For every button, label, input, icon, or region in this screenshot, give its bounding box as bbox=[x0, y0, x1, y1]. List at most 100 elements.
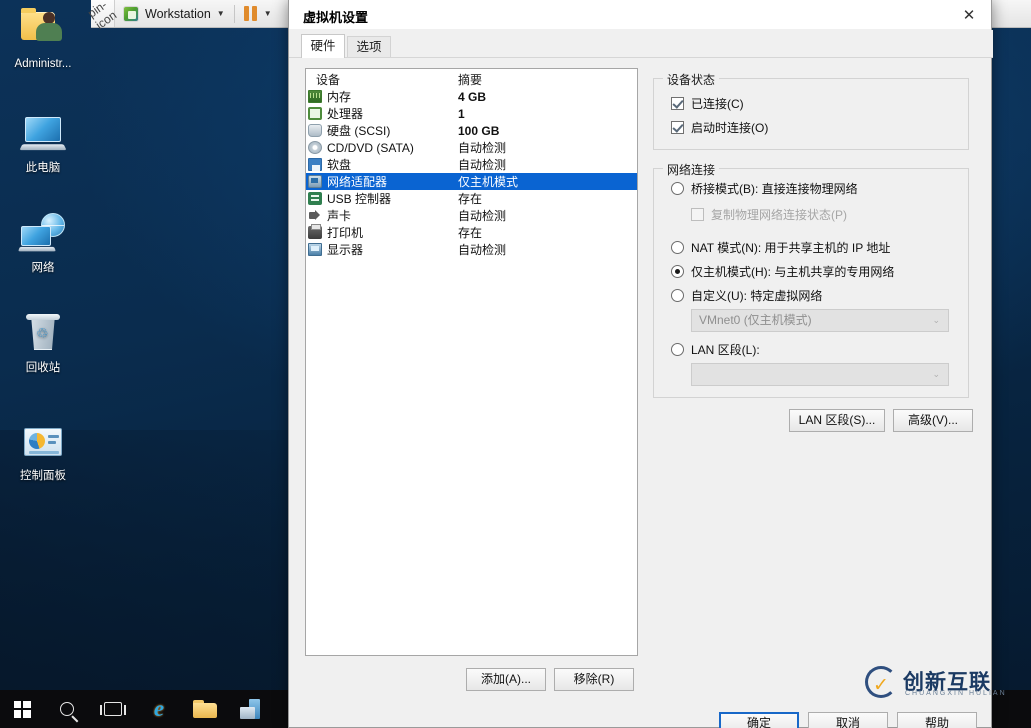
recycle-bin-icon: ♲ bbox=[19, 312, 67, 358]
ok-button[interactable]: 确定 bbox=[719, 712, 799, 728]
server-icon bbox=[240, 699, 262, 719]
desktop-icon-user-folder[interactable]: Administr... bbox=[0, 8, 86, 71]
radio-lan-segment-row[interactable]: LAN 区段(L): bbox=[671, 341, 760, 358]
folder-icon bbox=[193, 700, 217, 718]
table-row[interactable]: 声卡 自动检测 bbox=[306, 207, 637, 224]
device-name: 软盘 bbox=[327, 158, 352, 172]
help-button[interactable]: 帮助 bbox=[897, 712, 977, 728]
file-explorer-button[interactable] bbox=[182, 690, 228, 728]
windows-logo-icon bbox=[13, 700, 31, 718]
network-connection-caption: 网络连接 bbox=[663, 161, 720, 178]
connect-at-poweron-checkbox-row[interactable]: 启动时连接(O) bbox=[671, 119, 768, 136]
pin-icon: pin-icon bbox=[85, 0, 120, 32]
device-summary: 100 GB bbox=[458, 123, 500, 138]
table-row[interactable]: 打印机 存在 bbox=[306, 224, 637, 241]
remove-device-button[interactable]: 移除(R) bbox=[554, 668, 634, 691]
table-row[interactable]: 显示器 自动检测 bbox=[306, 241, 637, 258]
chevron-down-icon: ⌄ bbox=[932, 369, 940, 379]
hostonly-label: 仅主机模式(H): 与主机共享的专用网络 bbox=[691, 265, 895, 279]
tab-underline bbox=[289, 57, 993, 58]
this-pc-icon bbox=[19, 112, 67, 158]
pin-button[interactable]: pin-icon bbox=[85, 0, 119, 32]
connect-at-poweron-label: 启动时连接(O) bbox=[691, 121, 769, 135]
replicate-physical-row: 复制物理网络连接状态(P) bbox=[691, 206, 847, 223]
table-row[interactable]: CD/DVD (SATA) 自动检测 bbox=[306, 139, 637, 156]
connected-checkbox-row[interactable]: 已连接(C) bbox=[671, 95, 744, 112]
desktop-icon-this-pc[interactable]: 此电脑 bbox=[0, 112, 86, 175]
nat-radio[interactable] bbox=[671, 241, 684, 254]
desktop-icon-network[interactable]: 网络 bbox=[0, 212, 86, 275]
radio-custom-row[interactable]: 自定义(U): 特定虚拟网络 bbox=[671, 287, 822, 304]
chevron-down-icon-2[interactable]: ▼ bbox=[264, 9, 272, 18]
device-summary: 存在 bbox=[458, 192, 483, 206]
device-name: CD/DVD (SATA) bbox=[327, 140, 414, 155]
user-folder-icon bbox=[19, 8, 67, 54]
radio-hostonly-row[interactable]: 仅主机模式(H): 与主机共享的专用网络 bbox=[671, 263, 894, 280]
lan-segment-label: LAN 区段(L): bbox=[691, 343, 760, 357]
tab-hardware[interactable]: 硬件 bbox=[301, 34, 345, 58]
chevron-down-icon[interactable]: ▼ bbox=[217, 9, 225, 18]
desktop-icon-label: 网络 bbox=[31, 262, 55, 274]
desktop-icon-recycle-bin[interactable]: ♲ 回收站 bbox=[0, 312, 86, 375]
device-name: USB 控制器 bbox=[327, 192, 392, 206]
start-button[interactable] bbox=[0, 690, 44, 728]
desktop-icon-label: 回收站 bbox=[25, 362, 61, 374]
usb-icon bbox=[308, 192, 322, 205]
device-list-header: 设备 摘要 bbox=[306, 69, 637, 88]
custom-network-dropdown[interactable]: VMnet0 (仅主机模式) ⌄ bbox=[691, 309, 949, 332]
column-header-device: 设备 bbox=[316, 73, 341, 87]
desktop-icon-label: 控制面板 bbox=[20, 470, 66, 482]
table-row[interactable]: USB 控制器 存在 bbox=[306, 190, 637, 207]
radio-nat-row[interactable]: NAT 模式(N): 用于共享主机的 IP 地址 bbox=[671, 239, 890, 256]
connect-at-poweron-checkbox[interactable] bbox=[671, 121, 684, 134]
internet-explorer-button[interactable]: e bbox=[136, 690, 182, 728]
device-list[interactable]: 设备 摘要 内存 4 GB 处理器 1 硬盘 (SCSI) 100 GB CD/… bbox=[305, 68, 638, 656]
lan-segment-dropdown[interactable]: ⌄ bbox=[691, 363, 949, 386]
replicate-physical-checkbox bbox=[691, 208, 704, 221]
desktop-icon-label: Administr... bbox=[14, 58, 72, 70]
custom-network-value: VMnet0 (仅主机模式) bbox=[699, 313, 812, 327]
device-status-caption: 设备状态 bbox=[663, 71, 720, 88]
server-manager-button[interactable] bbox=[228, 690, 274, 728]
custom-radio[interactable] bbox=[671, 289, 684, 302]
table-row[interactable]: 处理器 1 bbox=[306, 105, 637, 122]
table-row[interactable]: 内存 4 GB bbox=[306, 88, 637, 105]
search-icon bbox=[60, 702, 74, 716]
connected-checkbox[interactable] bbox=[671, 97, 684, 110]
printer-icon bbox=[308, 224, 322, 239]
table-row[interactable]: 软盘 自动检测 bbox=[306, 156, 637, 173]
display-icon bbox=[308, 243, 322, 256]
sound-icon bbox=[308, 209, 322, 222]
advanced-button[interactable]: 高级(V)... bbox=[893, 409, 973, 432]
harddisk-icon bbox=[308, 124, 322, 137]
device-summary: 仅主机模式 bbox=[458, 175, 519, 189]
bridged-label: 桥接模式(B): 直接连接物理网络 bbox=[691, 182, 858, 196]
device-name: 内存 bbox=[327, 90, 352, 104]
device-summary: 存在 bbox=[458, 226, 483, 240]
bridged-radio[interactable] bbox=[671, 182, 684, 195]
pause-icon[interactable] bbox=[243, 6, 257, 21]
cancel-button[interactable]: 取消 bbox=[808, 712, 888, 728]
nat-label: NAT 模式(N): 用于共享主机的 IP 地址 bbox=[691, 241, 891, 255]
radio-bridged-row[interactable]: 桥接模式(B): 直接连接物理网络 bbox=[671, 180, 858, 197]
hostonly-radio[interactable] bbox=[671, 265, 684, 278]
vmware-menu-label[interactable]: Workstation bbox=[145, 7, 211, 21]
connected-label: 已连接(C) bbox=[691, 97, 744, 111]
close-icon[interactable]: ✕ bbox=[947, 0, 991, 29]
table-row-selected[interactable]: 网络适配器 仅主机模式 bbox=[306, 173, 637, 190]
add-device-button[interactable]: 添加(A)... bbox=[466, 668, 546, 691]
tab-bar: 硬件 选项 bbox=[289, 30, 993, 58]
lan-segments-button[interactable]: LAN 区段(S)... bbox=[789, 409, 885, 432]
toolbar-separator bbox=[233, 4, 235, 23]
device-name: 硬盘 (SCSI) bbox=[327, 124, 391, 138]
lan-segment-radio[interactable] bbox=[671, 343, 684, 356]
tab-options[interactable]: 选项 bbox=[347, 36, 391, 58]
dialog-titlebar: 虚拟机设置 ✕ bbox=[289, 0, 991, 30]
task-view-button[interactable] bbox=[90, 690, 136, 728]
desktop-icon-control-panel[interactable]: 控制面板 bbox=[0, 420, 86, 483]
internet-explorer-icon: e bbox=[153, 696, 165, 721]
processor-icon bbox=[308, 107, 322, 120]
search-button[interactable] bbox=[44, 690, 90, 728]
table-row[interactable]: 硬盘 (SCSI) 100 GB bbox=[306, 122, 637, 139]
device-status-group: 设备状态 已连接(C) 启动时连接(O) bbox=[653, 71, 969, 150]
